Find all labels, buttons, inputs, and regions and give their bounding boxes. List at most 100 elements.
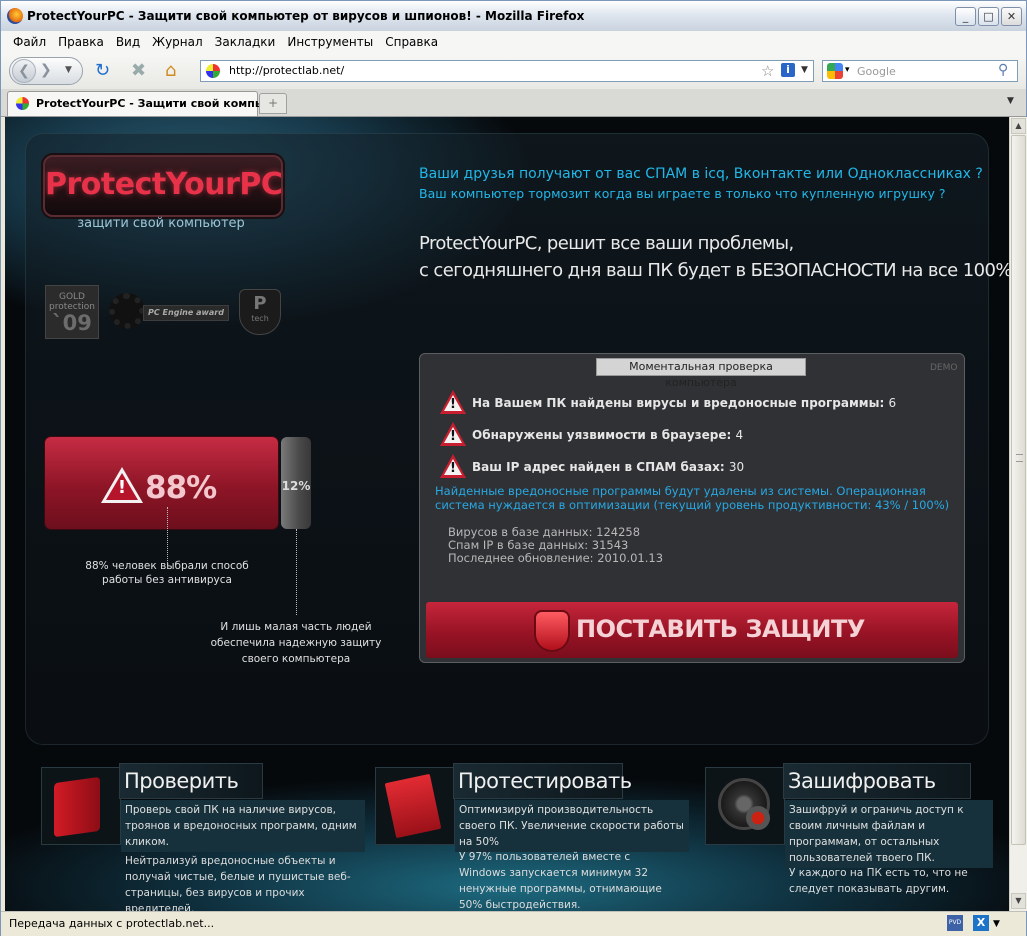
window-title: ProtectYourPC - Защити свой компьютер от… (27, 9, 585, 23)
menu-help[interactable]: Справка (379, 32, 444, 49)
badge-year-text: `09 (52, 311, 92, 335)
warning-exclamation: ! (117, 477, 127, 498)
claim-line-2: с сегодняшнего дня ваш ПК будет в БЕЗОПА… (419, 260, 1009, 281)
install-label: ПОСТАВИТЬ ЗАЩИТУ (576, 615, 865, 643)
tab-list-dropdown-icon[interactable]: ▼ (1007, 96, 1014, 106)
menu-history[interactable]: Журнал (146, 32, 209, 49)
firefox-icon (7, 8, 23, 24)
ptech-text: tech (251, 314, 269, 323)
ptech-letter: P (253, 293, 267, 314)
check-row-label: Ваш IP адрес найден в СПАМ базах: (472, 460, 725, 474)
pvd-addon-icon[interactable]: PVD (947, 915, 963, 931)
logo-text: ProtectYourPC (45, 167, 283, 202)
back-arrow-icon[interactable]: ❮ (12, 59, 36, 83)
gold-protection-badge: GOLD protection `09 (45, 285, 99, 339)
feature-title[interactable]: Проверить (119, 763, 263, 799)
demo-label: DEMO (930, 363, 958, 373)
cleanup-notice: Найденные вредоносные программы будут уд… (435, 484, 950, 512)
maximize-button[interactable]: □ (978, 7, 999, 26)
scroll-grip (1016, 454, 1023, 462)
notebook-icon[interactable] (375, 767, 455, 845)
new-tab-button[interactable]: + (259, 93, 287, 114)
bar-88-label: 88% (145, 470, 217, 506)
disk-icon[interactable] (705, 767, 785, 845)
tagline: защити свой компьютер (77, 216, 245, 231)
server-shape (54, 776, 100, 838)
site-favicon-icon (206, 64, 220, 78)
search-input[interactable]: Google (857, 65, 896, 78)
award-label: PC Engine award (143, 305, 229, 321)
vertical-scrollbar[interactable]: ▲ ▼ (1009, 117, 1027, 911)
percentage-bar-88: ! 88% (45, 437, 278, 529)
site-logo[interactable]: ProtectYourPC (43, 155, 283, 217)
browser-window: ProtectYourPC - Защити свой компьютер от… (0, 0, 1027, 936)
panel-caption: Моментальная проверка компьютера (596, 358, 806, 389)
check-row-label: Обнаружены уязвимости в браузере: (472, 428, 732, 442)
alert-exclamation: ! (450, 461, 456, 476)
forward-arrow-icon[interactable]: ❯ (40, 62, 52, 78)
menu-file[interactable]: Файл (7, 32, 52, 49)
feature-desc: Зашифруй и ограничь доступ к своим личны… (785, 800, 993, 868)
note-88: 88% человек выбрали способ работы без ан… (85, 560, 249, 586)
history-dropdown-icon[interactable]: ▼ (65, 65, 72, 75)
stop-icon[interactable]: ✖ (131, 62, 146, 80)
scroll-down-icon[interactable]: ▼ (1011, 893, 1026, 909)
info-icon[interactable]: i (781, 63, 795, 77)
search-magnifier-icon[interactable]: ⚲ (998, 62, 1008, 78)
check-row-text: На Вашем ПК найдены вирусы и вредоносные… (472, 396, 896, 410)
feature-title[interactable]: Протестировать (453, 763, 632, 799)
claim-line-1: ProtectYourPC, решит все ваши проблемы, (419, 233, 794, 254)
database-stats: Вирусов в базе данных: 124258 Спам IP в … (448, 526, 663, 565)
check-row-text: Ваш IP адрес найден в СПАМ базах: 30 (472, 460, 744, 474)
bookmark-star-icon[interactable]: ☆ (761, 62, 774, 80)
alert-exclamation: ! (450, 397, 456, 412)
menu-view[interactable]: Вид (110, 32, 146, 49)
menu-edit[interactable]: Правка (52, 32, 110, 49)
install-protection-button[interactable]: ПОСТАВИТЬ ЗАЩИТУ (426, 602, 958, 658)
engine-dropdown-icon[interactable]: ▾ (845, 65, 850, 75)
addon-dropdown-icon[interactable]: ▼ (993, 919, 1000, 929)
feature-desc-more: У каждого на ПК есть то, что не следует … (789, 867, 968, 895)
url-text[interactable]: http://protectlab.net/ (229, 64, 344, 77)
check-row-label: На Вашем ПК найдены вирусы и вредоносные… (472, 396, 885, 410)
tab-active[interactable]: ProtectYourPC - Защити свой компь... (7, 91, 274, 116)
title-bar[interactable]: ProtectYourPC - Защити свой компьютер от… (1, 1, 1026, 32)
menu-bookmarks[interactable]: Закладки (209, 32, 282, 49)
note-12: И лишь малая часть людей обеспечила наде… (210, 621, 382, 665)
url-dropdown-icon[interactable]: ▼ (801, 65, 808, 75)
search-bar[interactable]: ▾ Google ⚲ (822, 60, 1018, 82)
url-bar[interactable]: http://protectlab.net/ ☆ i ▼ (200, 60, 814, 82)
scroll-thumb[interactable] (1011, 135, 1026, 845)
stat-last-update: Последнее обновление: 2010.01.13 (448, 551, 664, 565)
navigation-toolbar: ❮ ❯ ▼ ↻ ✖ ⌂ http://protectlab.net/ ☆ i ▼… (1, 53, 1026, 89)
badge-gold-text: GOLD (58, 292, 85, 302)
percentage-bar-12: 12% (281, 437, 311, 529)
notebook-shape (384, 773, 442, 839)
page-content: ProtectYourPC защити свой компьютер GOLD… (5, 117, 1009, 911)
alert-exclamation: ! (450, 429, 456, 444)
menu-bar: Файл Правка Вид Журнал Закладки Инструменты Сп… (1, 31, 1026, 53)
close-button[interactable]: ✕ (1001, 7, 1022, 26)
tab-label: ProtectYourPC - Защити свой компь... (36, 97, 275, 110)
hard-drive-icon[interactable] (41, 767, 121, 845)
google-engine-icon[interactable] (827, 63, 843, 79)
back-forward-group: ❮ ❯ ▼ (9, 57, 83, 85)
check-row-value: 6 (888, 396, 897, 410)
status-text: Передача данных с protectlab.net... (9, 917, 215, 930)
dotted-connector (167, 507, 168, 565)
home-icon[interactable]: ⌂ (165, 62, 176, 80)
check-row-value: 4 (735, 428, 744, 442)
headline-spam: Ваши друзья получают от вас СПАМ в icq, … (419, 166, 983, 182)
shield-icon (536, 612, 568, 650)
tab-strip: ProtectYourPC - Защити свой компь... + ▼ (1, 89, 1026, 117)
reload-icon[interactable]: ↻ (95, 62, 110, 80)
menu-tools[interactable]: Инструменты (281, 32, 379, 49)
x-addon-icon[interactable]: X (973, 915, 989, 931)
scroll-up-icon[interactable]: ▲ (1011, 118, 1026, 134)
tab-favicon-icon (16, 97, 29, 110)
minimize-button[interactable]: _ (955, 7, 976, 26)
lock-badge-shape (746, 806, 770, 830)
check-row-text: Обнаружены уязвимости в браузере: 4 (472, 428, 743, 442)
dotted-connector (296, 529, 297, 615)
feature-title[interactable]: Зашифровать (783, 763, 971, 799)
